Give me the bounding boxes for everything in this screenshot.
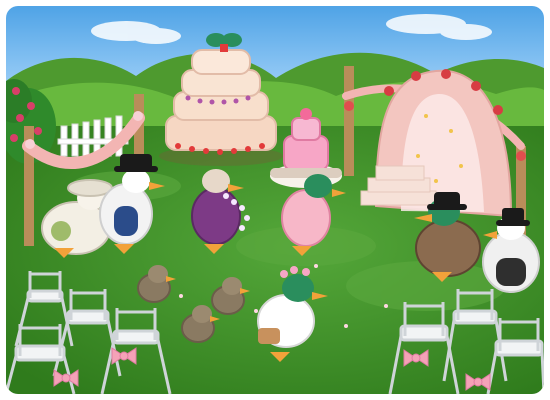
game-frame [0,0,550,400]
wedding-scene-svg [6,6,544,394]
farm-wedding-scene [6,6,544,394]
